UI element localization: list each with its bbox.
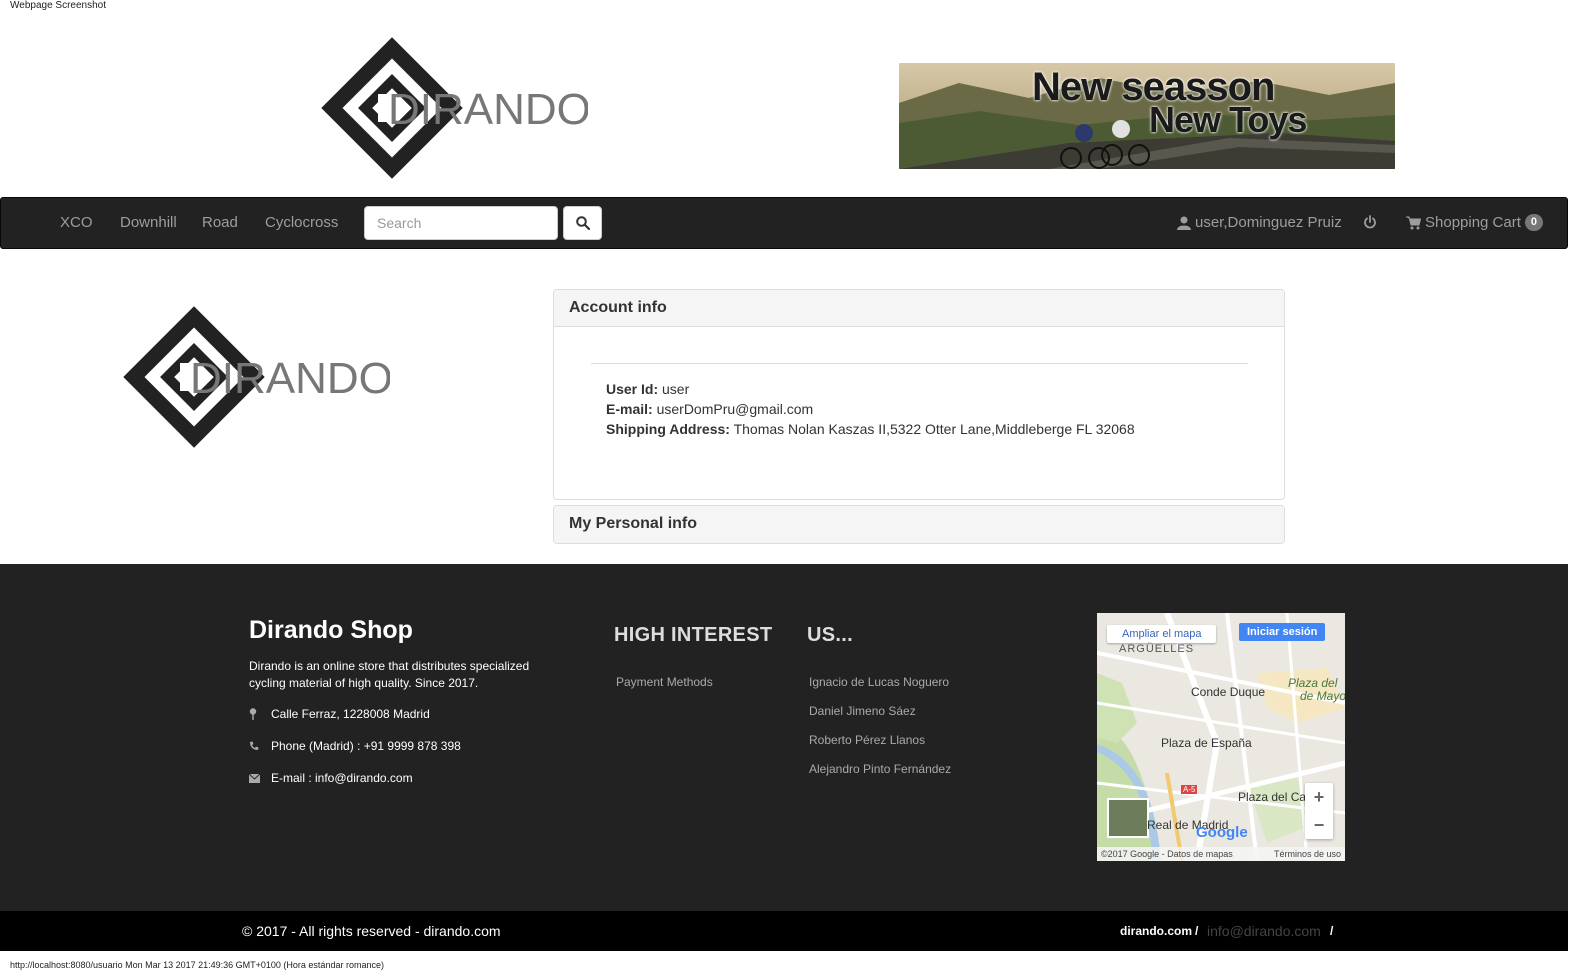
divider: [591, 363, 1248, 364]
logo-text: DIRANDO: [388, 85, 588, 134]
screenshot-caption: Webpage Screenshot: [10, 0, 106, 11]
map-marker-icon: [249, 708, 257, 720]
footer-description: Dirando is an online store that distribu…: [249, 659, 530, 690]
payment-methods-link[interactable]: Payment Methods: [616, 675, 713, 689]
phone-icon: [250, 741, 259, 750]
site-link[interactable]: dirando.com: [1120, 924, 1192, 938]
expand-map-button[interactable]: Ampliar el mapa: [1107, 625, 1217, 643]
footer-address: Calle Ferraz, 1228008 Madrid: [249, 707, 430, 721]
footer-address-text: Calle Ferraz, 1228008 Madrid: [271, 707, 430, 721]
shipping-address-value: Thomas Nolan Kaszas II,5322 Otter Lane,M…: [733, 421, 1135, 437]
search-icon: [575, 216, 590, 230]
map-label: Plaza del: [1288, 676, 1338, 690]
cart-label: Shopping Cart: [1425, 214, 1521, 231]
user-id-value: user: [662, 381, 690, 397]
footer-phone-text: Phone (Madrid) : +91 9999 878 398: [271, 739, 461, 753]
map-label: A-5: [1181, 785, 1198, 794]
team-member-link[interactable]: Ignacio de Lucas Noguero: [809, 675, 949, 689]
team-member-link[interactable]: Alejandro Pinto Fernández: [809, 762, 951, 776]
separator: /: [1330, 924, 1334, 938]
banner-line2: New Toys: [1149, 99, 1307, 140]
cart-icon: [1406, 216, 1421, 229]
map-zoom-control: + −: [1305, 783, 1333, 839]
power-icon: [1364, 215, 1376, 229]
map-label: de Mayo: [1300, 689, 1345, 703]
nav-item-road[interactable]: Road: [202, 214, 238, 231]
user-account-link[interactable]: user,Dominguez Pruiz: [1177, 214, 1342, 231]
footer-email: E-mail : info@dirando.com: [249, 771, 413, 785]
map-label: ARGÜELLES: [1119, 643, 1195, 655]
user-icon: [1177, 216, 1191, 230]
location-map[interactable]: Ampliar el mapa Iniciar sesión ARGÜELLES…: [1097, 613, 1345, 861]
map-terms-link[interactable]: Términos de uso: [1274, 849, 1341, 859]
team-member-link[interactable]: Daniel Jimeno Sáez: [809, 704, 916, 718]
map-label: Plaza del Ca: [1238, 790, 1307, 804]
user-id-label: User Id:: [606, 381, 659, 397]
zoom-in-button[interactable]: +: [1305, 783, 1333, 811]
email-label: E-mail:: [606, 401, 653, 417]
sign-in-button[interactable]: Iniciar sesión: [1239, 623, 1326, 641]
logout-button[interactable]: [1363, 215, 1377, 229]
separator: /: [1195, 924, 1199, 938]
cart-count-badge: 0: [1524, 214, 1544, 231]
search-button[interactable]: [563, 206, 602, 240]
email-row: E-mail: userDomPru@gmail.com: [606, 401, 813, 417]
shipping-address-row: Shipping Address: Thomas Nolan Kaszas II…: [606, 421, 1135, 437]
map-attribution-text: ©2017 Google - Datos de mapas: [1101, 849, 1233, 859]
email-value: userDomPru@gmail.com: [656, 401, 814, 417]
google-logo: Google: [1196, 824, 1248, 841]
zoom-out-button[interactable]: −: [1305, 811, 1333, 839]
footer-phone: Phone (Madrid) : +91 9999 878 398: [249, 739, 461, 753]
nav-item-xco[interactable]: XCO: [60, 214, 93, 231]
footer-title: Dirando Shop: [249, 616, 413, 644]
personal-info-panel: My Personal info: [553, 505, 1285, 544]
main-navbar: XCO Downhill Road Cyclocross user,Doming…: [0, 197, 1568, 249]
dirando-logo-side: DIRANDO: [123, 306, 390, 448]
map-label: Conde Duque: [1191, 685, 1266, 699]
user-id-row: User Id: user: [606, 381, 689, 397]
envelope-icon: [249, 773, 260, 783]
nav-item-downhill[interactable]: Downhill: [120, 214, 177, 231]
promo-banner[interactable]: New seasson New Toys: [899, 63, 1395, 169]
shopping-cart-link[interactable]: Shopping Cart 0: [1406, 214, 1544, 231]
account-info-panel: Account info User Id: user E-mail: userD…: [553, 289, 1285, 500]
nav-item-cyclocross[interactable]: Cyclocross: [265, 214, 338, 231]
team-member-link[interactable]: Roberto Pérez Llanos: [809, 733, 925, 747]
high-interest-heading: HIGH INTEREST: [614, 624, 773, 646]
map-label: Plaza de España: [1161, 736, 1252, 750]
dirando-logo[interactable]: DIRANDO: [318, 34, 588, 182]
account-info-heading[interactable]: Account info: [554, 290, 1284, 327]
personal-info-heading[interactable]: My Personal info: [554, 506, 1284, 543]
map-attribution: ©2017 Google - Datos de mapas Términos d…: [1097, 847, 1345, 861]
footer-email-text[interactable]: E-mail : info@dirando.com: [271, 771, 413, 785]
logo-text: DIRANDO: [190, 354, 390, 403]
browser-status-url: http://localhost:8080/usuario Mon Mar 13…: [10, 960, 384, 970]
mail-link[interactable]: info@dirando.com: [1207, 923, 1321, 939]
site-footer: Dirando Shop Dirando is an online store …: [0, 564, 1568, 911]
copyright-bar: © 2017 - All rights reserved - dirando.c…: [0, 911, 1568, 951]
copyright-text: © 2017 - All rights reserved - dirando.c…: [242, 923, 501, 939]
shipping-address-label: Shipping Address:: [606, 421, 730, 437]
us-heading: US...: [807, 624, 853, 646]
search-input[interactable]: [364, 206, 558, 240]
user-name: user,Dominguez Pruiz: [1195, 214, 1342, 231]
